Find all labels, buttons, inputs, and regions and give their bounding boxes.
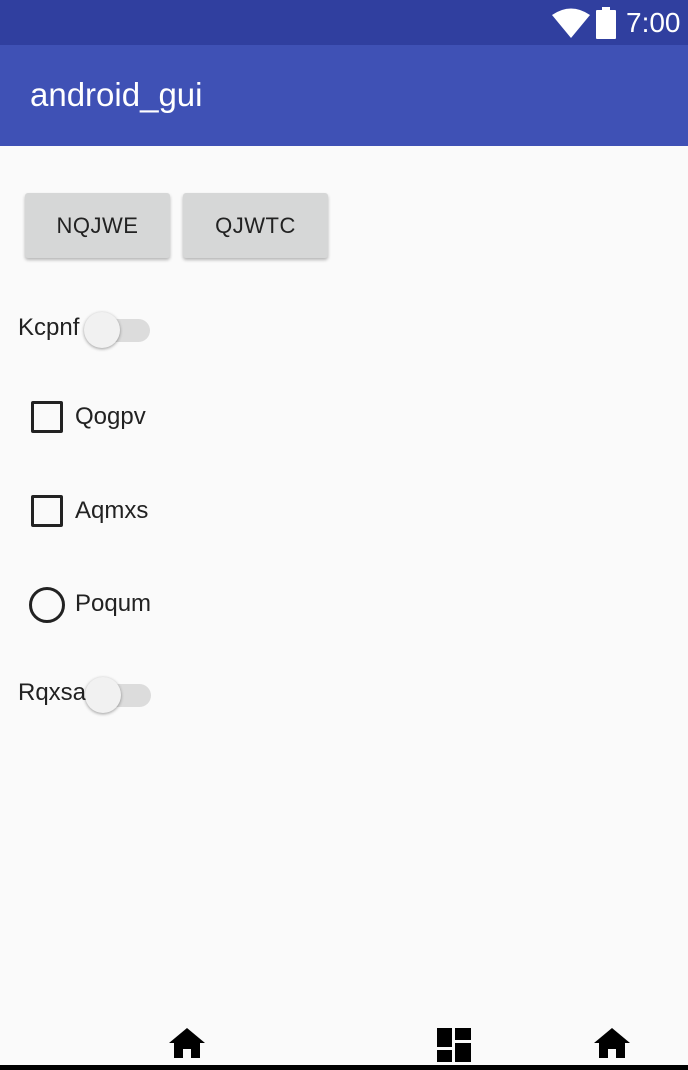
nqjwe-button[interactable]: NQJWE [25, 193, 170, 258]
switch-label: Kcpnf [18, 314, 80, 341]
nav-divider [0, 1065, 688, 1070]
switch-label: Rqxsa [18, 679, 87, 706]
dashboard-icon[interactable] [437, 1028, 471, 1062]
switch-thumb[interactable] [84, 312, 120, 348]
wifi-icon [552, 8, 590, 38]
radio-icon[interactable] [29, 587, 65, 623]
checkbox-label: Aqmxs [75, 497, 149, 524]
switch-kcpnf[interactable]: Kcpnf [18, 308, 153, 348]
navigation-bar [0, 1018, 688, 1070]
status-bar: 7:00 [0, 0, 688, 45]
app-bar: android_gui [0, 45, 688, 146]
app-title: android_gui [30, 76, 203, 113]
checkbox-icon[interactable] [31, 495, 63, 527]
checkbox-label: Qogpv [75, 403, 146, 430]
home-icon[interactable] [169, 1028, 205, 1058]
switch-rqxsa[interactable]: Rqxsa [18, 673, 153, 713]
status-time: 7:00 [626, 7, 681, 38]
checkbox-icon[interactable] [31, 401, 63, 433]
home-icon[interactable] [594, 1028, 630, 1058]
qjwtc-button[interactable]: QJWTC [183, 193, 328, 258]
radio-label: Poqum [75, 590, 152, 617]
battery-icon [596, 7, 616, 39]
switch-thumb[interactable] [85, 677, 121, 713]
